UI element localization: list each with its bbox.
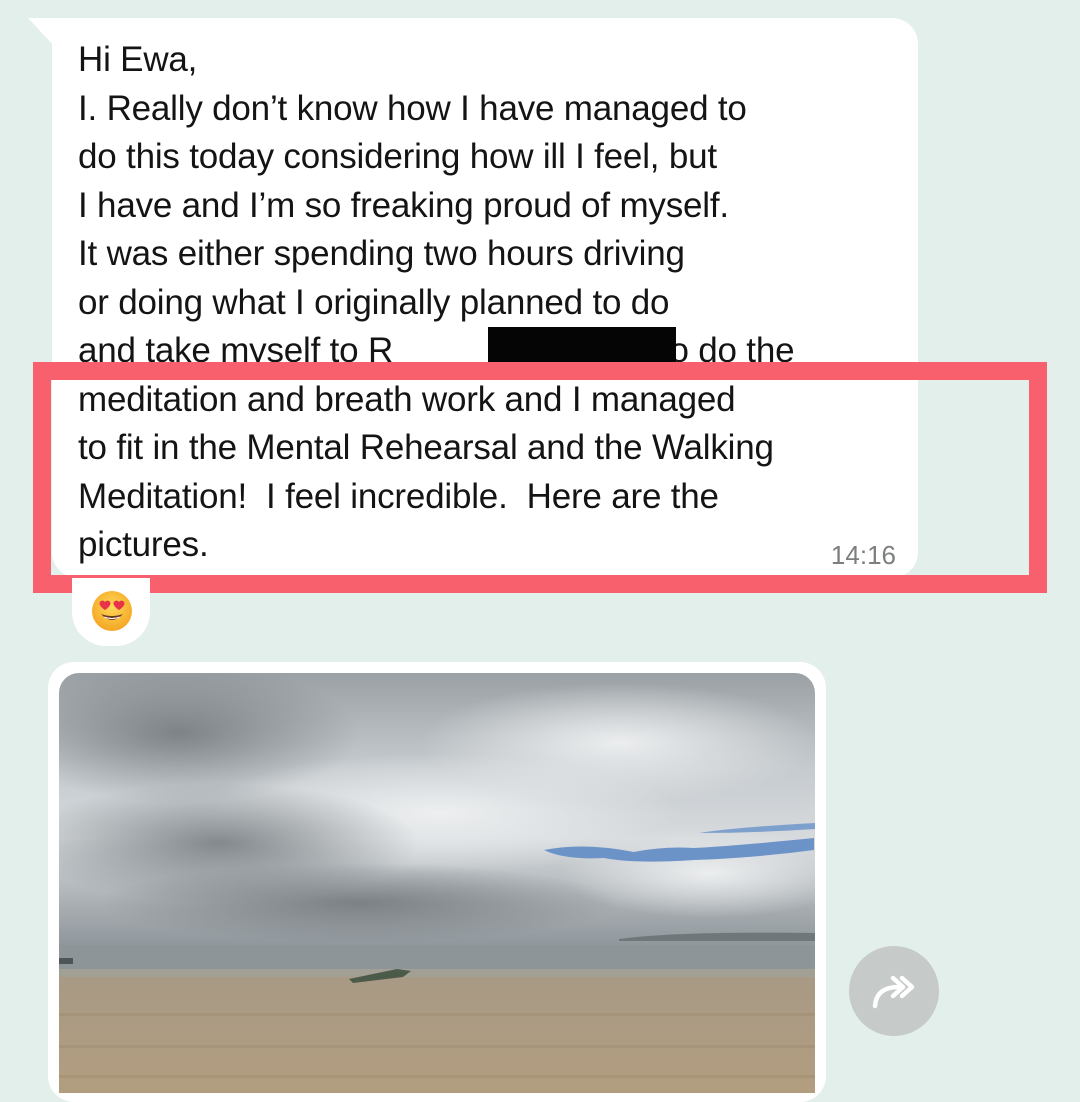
photo-message-bubble[interactable] [48,662,826,1102]
forward-arrow-icon [872,975,915,1009]
beach-photo-image [59,673,815,1093]
message-reaction[interactable] [72,578,150,646]
message-line: or doing what I originally planned to do [78,282,670,322]
message-line: do this today considering how ill I feel… [78,137,717,176]
beach-photo[interactable] [59,673,815,1093]
message-bubble-tail [28,18,54,46]
message-line: I. Really don’t know how I have managed … [78,88,747,128]
message-line: I have and I’m so freaking proud of myse… [78,185,729,225]
forward-button[interactable] [849,946,939,1036]
message-line: Hi Ewa, [78,40,198,79]
highlight-annotation-box [33,362,1047,593]
heart-eyes-emoji-icon [92,591,132,631]
message-line: It was either spending two hours driving [78,234,685,273]
